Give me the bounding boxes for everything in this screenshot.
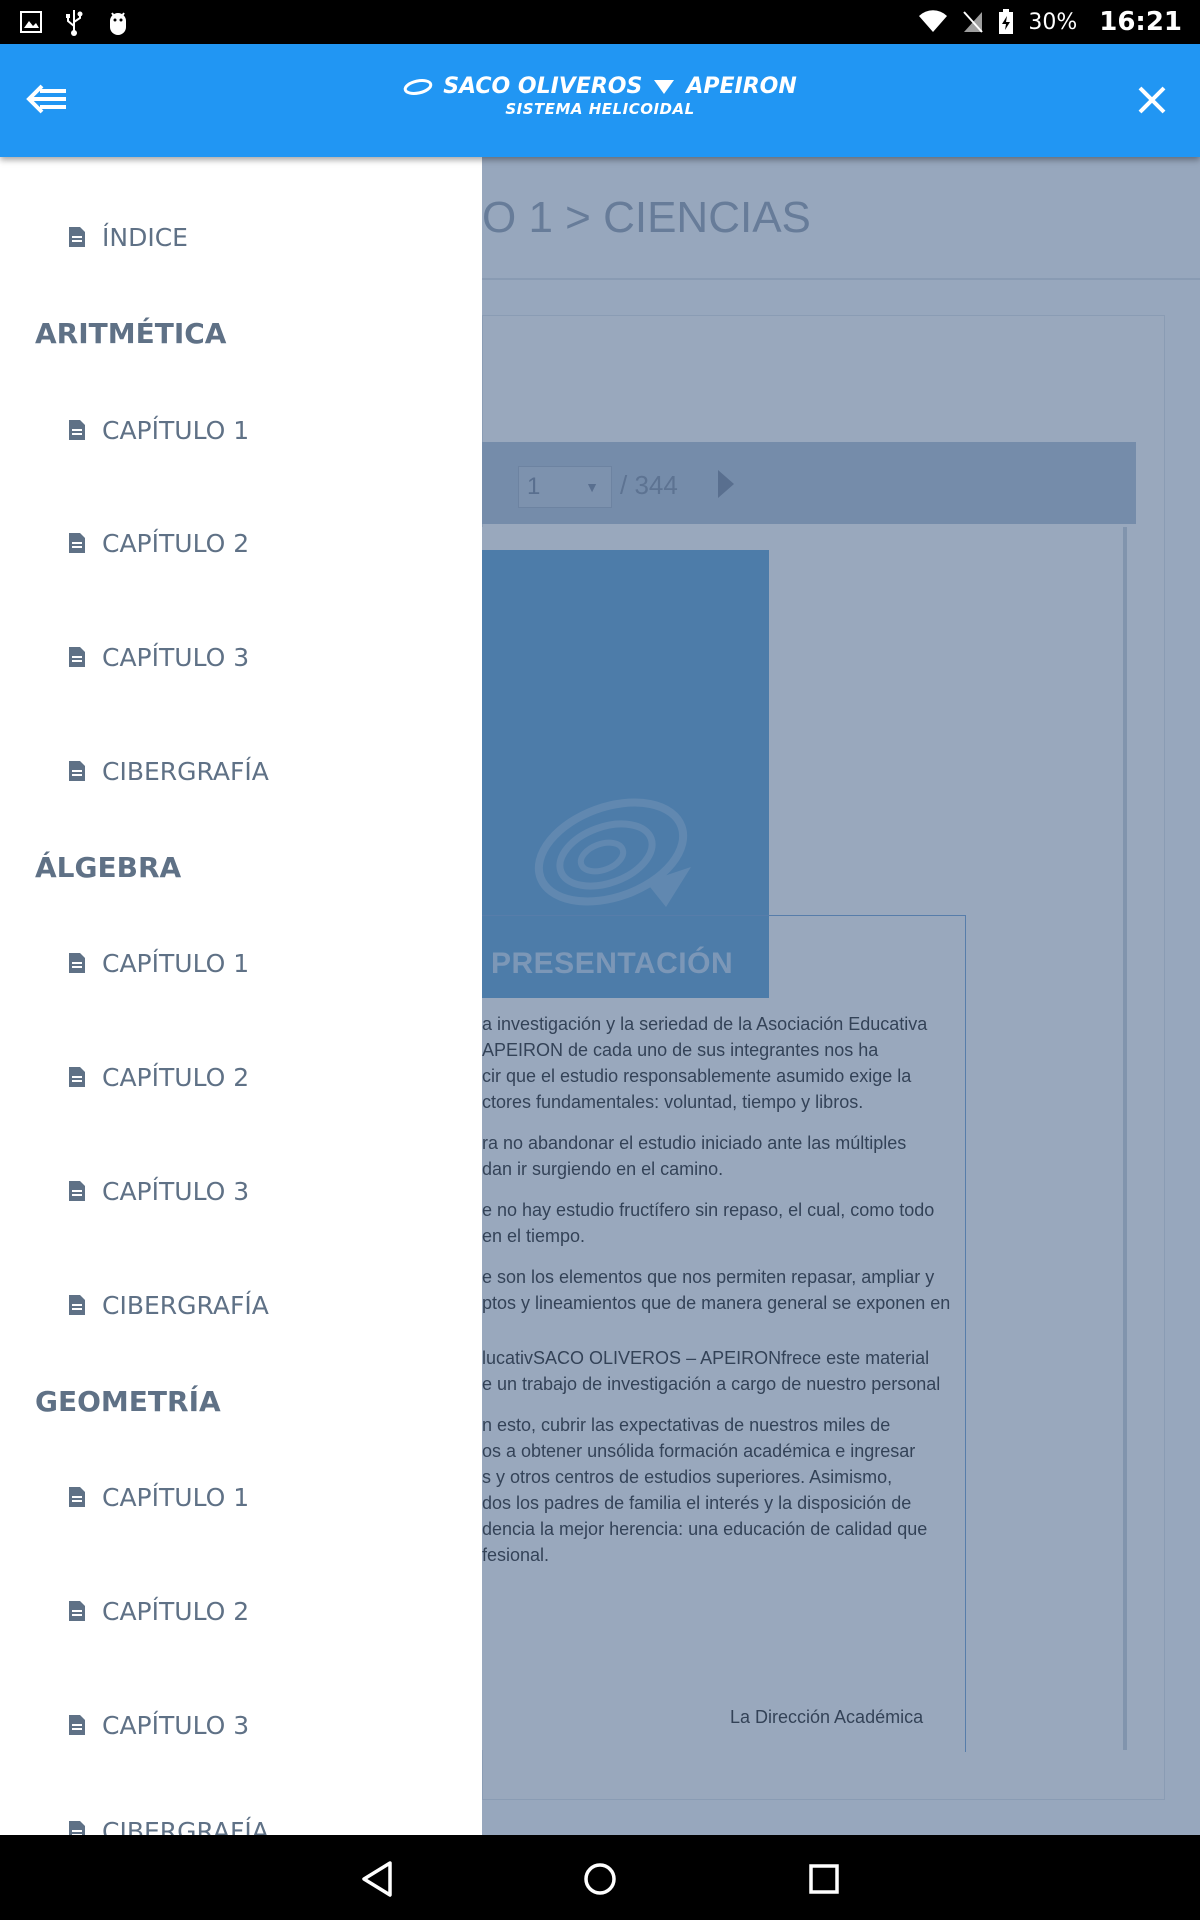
- drawer-item-aritmetica-cap3[interactable]: CAPÍTULO 3: [68, 637, 249, 677]
- drawer-item-indice[interactable]: ÍNDICE: [68, 217, 188, 257]
- drawer-item-label: CAPÍTULO 1: [102, 948, 250, 978]
- document-icon: [69, 1067, 85, 1087]
- battery-percent: 30%: [1028, 9, 1078, 35]
- drawer-item-label: CIBERGRAFÍA: [102, 756, 269, 786]
- drawer-item-label: CAPÍTULO 2: [102, 1062, 250, 1092]
- android-debug-icon: [110, 12, 126, 35]
- document-icon: [69, 647, 85, 667]
- document-icon: [69, 420, 85, 440]
- wifi-icon: [919, 10, 948, 32]
- battery-charging-icon: [999, 9, 1014, 34]
- system-nav-bar: [0, 1835, 1200, 1920]
- app-logo: SACO OLIVEROS APEIRON SISTEMA HELICOIDAL: [0, 74, 1200, 118]
- drawer-item-geometria-cap1[interactable]: CAPÍTULO 1: [68, 1477, 249, 1517]
- drawer-item-algebra-cap2[interactable]: CAPÍTULO 2: [68, 1057, 249, 1097]
- logo-saco-oliveros: SACO OLIVEROS: [443, 74, 643, 99]
- drawer-item-geometria-cap3[interactable]: CAPÍTULO 3: [68, 1705, 249, 1745]
- document-icon: [69, 1715, 85, 1735]
- no-sim-icon: [963, 11, 984, 33]
- section-title-geometria: GEOMETRÍA: [35, 1384, 221, 1418]
- status-right-icons: 30% 16:21: [918, 0, 1182, 44]
- drawer-item-geometria-cap2[interactable]: CAPÍTULO 2: [68, 1591, 249, 1631]
- document-icon: [69, 227, 85, 247]
- drawer-item-label: CAPÍTULO 1: [102, 415, 250, 445]
- drawer-item-algebra-cibergrafia[interactable]: CIBERGRAFÍA: [68, 1285, 269, 1325]
- document-icon: [69, 1487, 85, 1507]
- usb-icon: [66, 10, 83, 36]
- section-title-aritmetica: ARITMÉTICA: [35, 316, 227, 350]
- document-icon: [69, 1181, 85, 1201]
- recents-nav-icon[interactable]: [802, 1857, 846, 1901]
- drawer-item-aritmetica-cap1[interactable]: CAPÍTULO 1: [68, 410, 249, 450]
- drawer-item-aritmetica-cap2[interactable]: CAPÍTULO 2: [68, 523, 249, 563]
- logo-line2: SISTEMA HELICOIDAL: [505, 99, 695, 118]
- document-icon: [69, 533, 85, 553]
- drawer-item-algebra-cap1[interactable]: CAPÍTULO 1: [68, 943, 249, 983]
- document-icon: [69, 1295, 85, 1315]
- document-icon: [69, 1821, 85, 1835]
- drawer-item-label: CIBERGRAFÍA: [102, 1816, 269, 1836]
- status-bar: 30% 16:21: [0, 0, 1200, 44]
- drawer-item-label: CAPÍTULO 3: [102, 1176, 250, 1206]
- drawer-item-label: CIBERGRAFÍA: [102, 1290, 269, 1320]
- drawer-item-algebra-cap3[interactable]: CAPÍTULO 3: [68, 1171, 249, 1211]
- clock: 16:21: [1099, 7, 1182, 37]
- section-title-algebra: ÁLGEBRA: [35, 850, 182, 884]
- drawer-item-label: CAPÍTULO 2: [102, 528, 250, 558]
- drawer-item-label: CAPÍTULO 2: [102, 1596, 250, 1626]
- app-bar: SACO OLIVEROS APEIRON SISTEMA HELICOIDAL: [0, 44, 1200, 157]
- drawer-item-label: ÍNDICE: [102, 222, 188, 252]
- close-icon[interactable]: [1130, 78, 1174, 122]
- document-icon: [69, 953, 85, 973]
- logo-arrow-icon: [654, 79, 675, 94]
- drawer-item-label: CAPÍTULO 3: [102, 642, 250, 672]
- status-left-icons: [20, 0, 130, 44]
- navigation-drawer: ÍNDICE ARITMÉTICA CAPÍTULO 1 CAPÍTULO 2 …: [0, 157, 482, 1835]
- back-nav-icon[interactable]: [356, 1857, 400, 1901]
- logo-apeiron: APEIRON: [686, 74, 797, 99]
- logo-line1: SACO OLIVEROS APEIRON: [403, 74, 797, 99]
- logo-swirl-icon: [403, 78, 433, 95]
- image-icon: [20, 11, 42, 33]
- drawer-item-label: CAPÍTULO 3: [102, 1710, 250, 1740]
- drawer-item-aritmetica-cibergrafia[interactable]: CIBERGRAFÍA: [68, 751, 269, 791]
- home-nav-icon[interactable]: [578, 1857, 622, 1901]
- drawer-item-geometria-cibergrafia[interactable]: CIBERGRAFÍA: [68, 1811, 269, 1835]
- document-icon: [69, 1601, 85, 1621]
- document-icon: [69, 761, 85, 781]
- drawer-item-label: CAPÍTULO 1: [102, 1482, 250, 1512]
